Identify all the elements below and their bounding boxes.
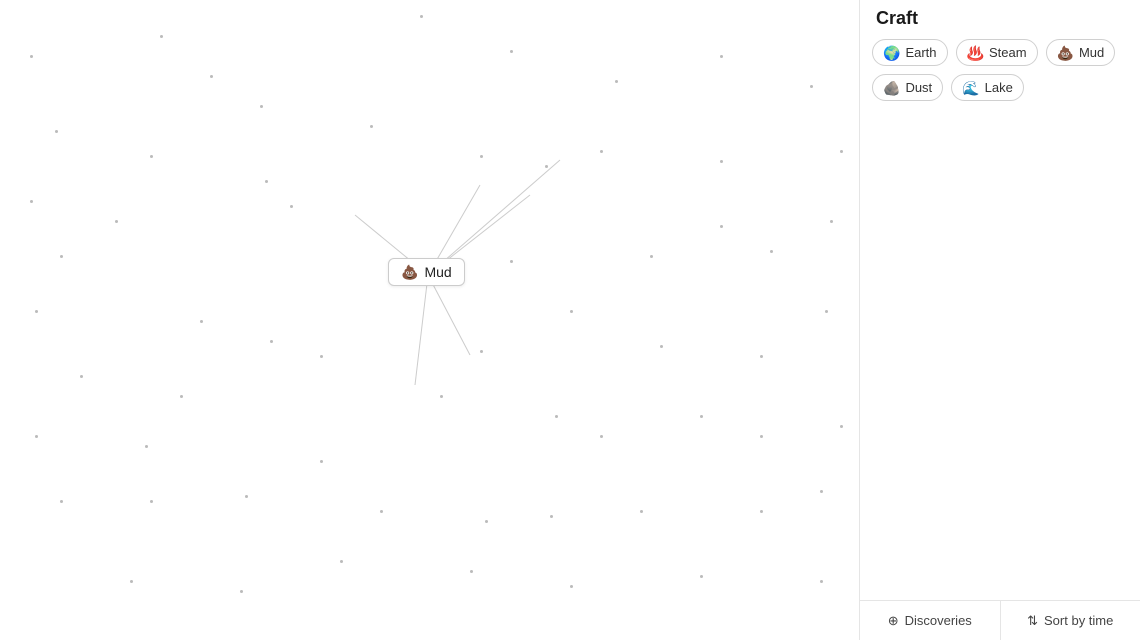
craft-chip-dust[interactable]: 🪨 Dust xyxy=(872,74,943,101)
canvas-dot xyxy=(290,205,293,208)
craft-chip-mud[interactable]: 💩 Mud xyxy=(1046,39,1116,66)
canvas-dot xyxy=(570,585,573,588)
canvas-dot xyxy=(370,125,373,128)
canvas-dot xyxy=(260,105,263,108)
canvas-dot xyxy=(650,255,653,258)
canvas-dot xyxy=(700,415,703,418)
discoveries-button[interactable]: ⊕ Discoveries xyxy=(860,601,1000,640)
canvas-dot xyxy=(35,435,38,438)
canvas-dot xyxy=(770,250,773,253)
canvas-dot xyxy=(485,520,488,523)
craft-chip-label-mud: Mud xyxy=(1079,45,1104,60)
canvas-dot xyxy=(115,220,118,223)
canvas-dot xyxy=(245,495,248,498)
canvas-dot xyxy=(270,340,273,343)
canvas-dot xyxy=(550,515,553,518)
craft-chip-label-lake: Lake xyxy=(985,80,1013,95)
canvas-dot xyxy=(720,55,723,58)
sort-label: Sort by time xyxy=(1044,613,1113,628)
canvas-dot xyxy=(840,150,843,153)
craft-chip-earth[interactable]: 🌍 Earth xyxy=(872,39,948,66)
canvas-dot xyxy=(55,130,58,133)
craft-header: Craft xyxy=(860,0,1140,29)
canvas-dot xyxy=(30,200,33,203)
canvas-dot xyxy=(810,85,813,88)
canvas-dot xyxy=(760,510,763,513)
canvas-dot xyxy=(340,560,343,563)
canvas-dot xyxy=(555,415,558,418)
craft-chip-icon-mud: 💩 xyxy=(1057,46,1074,60)
craft-chip-label-earth: Earth xyxy=(905,45,936,60)
canvas-dot xyxy=(825,310,828,313)
craft-chip-steam[interactable]: ♨️ Steam xyxy=(956,39,1038,66)
canvas-dot xyxy=(760,435,763,438)
mud-node-label: Mud xyxy=(424,264,451,280)
canvas-dot xyxy=(200,320,203,323)
canvas-dot xyxy=(700,575,703,578)
canvas-dot xyxy=(320,460,323,463)
canvas-dot xyxy=(60,255,63,258)
canvas-dot xyxy=(640,510,643,513)
canvas-dot xyxy=(600,150,603,153)
canvas-dot xyxy=(830,220,833,223)
canvas-dot xyxy=(760,355,763,358)
canvas-dot xyxy=(150,155,153,158)
canvas-dot xyxy=(840,425,843,428)
canvas-dot xyxy=(820,490,823,493)
sort-by-time-button[interactable]: ⇅ Sort by time xyxy=(1000,601,1140,640)
canvas-dot xyxy=(240,590,243,593)
canvas-dot xyxy=(545,165,548,168)
canvas-dot xyxy=(480,350,483,353)
canvas-dot xyxy=(130,580,133,583)
craft-chip-icon-dust: 🪨 xyxy=(883,81,900,95)
canvas-dot xyxy=(420,15,423,18)
canvas-dot xyxy=(320,355,323,358)
craft-chip-icon-steam: ♨️ xyxy=(967,46,984,60)
canvas-dot xyxy=(150,500,153,503)
canvas-dot xyxy=(615,80,618,83)
canvas-dot xyxy=(440,395,443,398)
canvas-dot xyxy=(380,510,383,513)
canvas-dot xyxy=(820,580,823,583)
craft-chip-label-steam: Steam xyxy=(989,45,1027,60)
canvas-dot xyxy=(510,260,513,263)
canvas-dot xyxy=(470,570,473,573)
craft-chip-icon-earth: 🌍 xyxy=(883,46,900,60)
craft-chip-label-dust: Dust xyxy=(905,80,932,95)
craft-chip-icon-lake: 🌊 xyxy=(962,81,979,95)
craft-items: 🌍 Earth ♨️ Steam 💩 Mud 🪨 Dust 🌊 Lake xyxy=(860,29,1140,111)
canvas-svg xyxy=(0,0,859,640)
right-content xyxy=(860,111,1140,600)
canvas-dot xyxy=(145,445,148,448)
canvas-dot xyxy=(210,75,213,78)
canvas-dot xyxy=(720,160,723,163)
canvas-dot xyxy=(660,345,663,348)
craft-chip-lake[interactable]: 🌊 Lake xyxy=(951,74,1024,101)
canvas-area[interactable]: 💩 Mud xyxy=(0,0,860,640)
canvas-dot xyxy=(720,225,723,228)
canvas-dot xyxy=(265,180,268,183)
canvas-dot xyxy=(180,395,183,398)
bottom-bar: ⊕ Discoveries ⇅ Sort by time xyxy=(860,600,1140,640)
discoveries-icon: ⊕ xyxy=(888,613,899,629)
mud-node-icon: 💩 xyxy=(401,265,418,279)
canvas-dot xyxy=(80,375,83,378)
canvas-dot xyxy=(570,310,573,313)
canvas-dot xyxy=(30,55,33,58)
mud-node[interactable]: 💩 Mud xyxy=(388,258,465,286)
canvas-dot xyxy=(60,500,63,503)
canvas-dot xyxy=(160,35,163,38)
canvas-dot xyxy=(600,435,603,438)
discoveries-label: Discoveries xyxy=(905,613,972,628)
canvas-dot xyxy=(510,50,513,53)
right-panel: Craft 🌍 Earth ♨️ Steam 💩 Mud 🪨 Dust 🌊 Lake ⊕ Disc… xyxy=(860,0,1140,640)
canvas-dot xyxy=(480,155,483,158)
sort-icon: ⇅ xyxy=(1027,613,1038,629)
canvas-dot xyxy=(35,310,38,313)
